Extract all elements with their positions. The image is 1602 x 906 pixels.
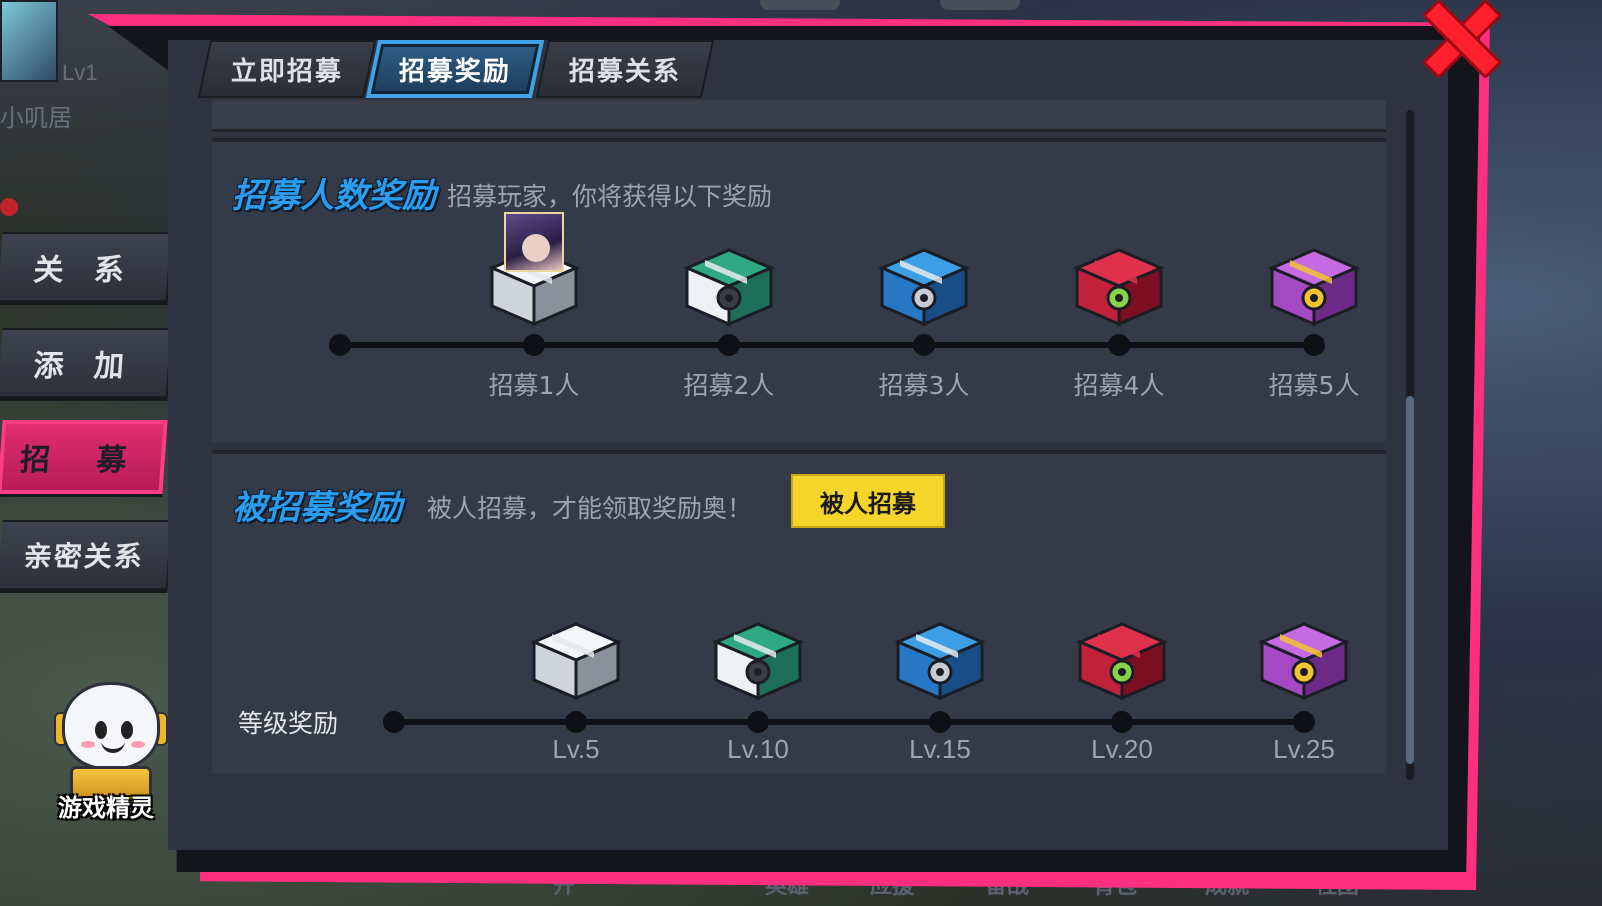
track-node: [1111, 711, 1133, 733]
tab-recruit-relations[interactable]: 招募关系: [535, 40, 715, 98]
reward-track: [340, 342, 1316, 348]
reward-level-label: Lv.20: [1091, 734, 1153, 764]
red-chest-icon[interactable]: [1072, 612, 1172, 702]
track-node: [1108, 334, 1130, 356]
reward-level-label: Lv.15: [909, 734, 971, 764]
purple-chest-icon[interactable]: [1254, 612, 1354, 702]
side-menu-recruit[interactable]: 招 募: [0, 420, 168, 494]
game-sprite-label[interactable]: 游戏精灵: [58, 788, 154, 823]
reward-level-label: Lv.5: [552, 734, 600, 764]
reward-count-label: 招募2人: [683, 371, 775, 400]
side-menu-add[interactable]: 添 加: [0, 328, 173, 398]
green-chest-icon[interactable]: [708, 612, 808, 702]
purple-chest-icon[interactable]: [1264, 238, 1364, 328]
be-recruited-button[interactable]: 被人招募: [791, 474, 945, 528]
reward-level-label: Lv.10: [727, 734, 789, 764]
track-node: [913, 334, 935, 356]
player-avatar[interactable]: [0, 0, 58, 82]
track-node: [565, 711, 587, 733]
currency-bar: [760, 0, 840, 10]
blue-chest-icon[interactable]: [890, 612, 990, 702]
scrollbar-thumb[interactable]: [1406, 396, 1414, 764]
track-start-dot: [383, 711, 405, 733]
currency-bar: [940, 0, 1020, 10]
player-name: 小叽居: [0, 104, 72, 132]
tab-recruit-now[interactable]: 立即招募: [197, 40, 377, 98]
reward-count-label: 招募5人: [1268, 371, 1360, 400]
player-level: Lv1: [62, 60, 98, 85]
side-menu-intimate[interactable]: 亲密关系: [0, 520, 173, 590]
blue-chest-icon[interactable]: [874, 238, 974, 328]
section-subtitle: 被人招募，才能领取奖励奥！: [427, 494, 753, 523]
tab-label: 立即招募: [230, 56, 343, 87]
track-start-dot: [329, 334, 351, 356]
section-title: 被招募奖励: [232, 488, 402, 528]
level-reward-label: 等级奖励: [238, 709, 339, 738]
section-subtitle: 招募玩家，你将获得以下奖励: [447, 182, 773, 211]
white-chest-icon[interactable]: [526, 612, 626, 702]
reward-count-label: 招募1人: [488, 371, 580, 400]
reward-track: [394, 719, 1306, 725]
notification-dot: [0, 198, 18, 216]
reward-level-label: Lv.25: [1273, 734, 1335, 764]
red-chest-icon[interactable]: [1069, 238, 1169, 328]
green-chest-icon[interactable]: [679, 238, 779, 328]
tab-label: 招募关系: [568, 56, 681, 87]
hero-portrait-icon: [504, 212, 564, 272]
track-node: [929, 711, 951, 733]
section-title: 招募人数奖励: [232, 176, 436, 216]
reward-count-label: 招募3人: [878, 371, 970, 400]
tab-label: 招募奖励: [398, 56, 511, 87]
track-node: [1303, 334, 1325, 356]
track-node: [523, 334, 545, 356]
track-node: [1293, 711, 1315, 733]
track-node: [747, 711, 769, 733]
content-header-bar: [212, 100, 1386, 132]
tab-recruit-rewards[interactable]: 招募奖励: [365, 40, 545, 98]
reward-count-label: 招募4人: [1073, 371, 1165, 400]
side-menu-relations[interactable]: 关 系: [0, 232, 173, 302]
track-node: [718, 334, 740, 356]
close-icon[interactable]: [1418, 0, 1498, 72]
